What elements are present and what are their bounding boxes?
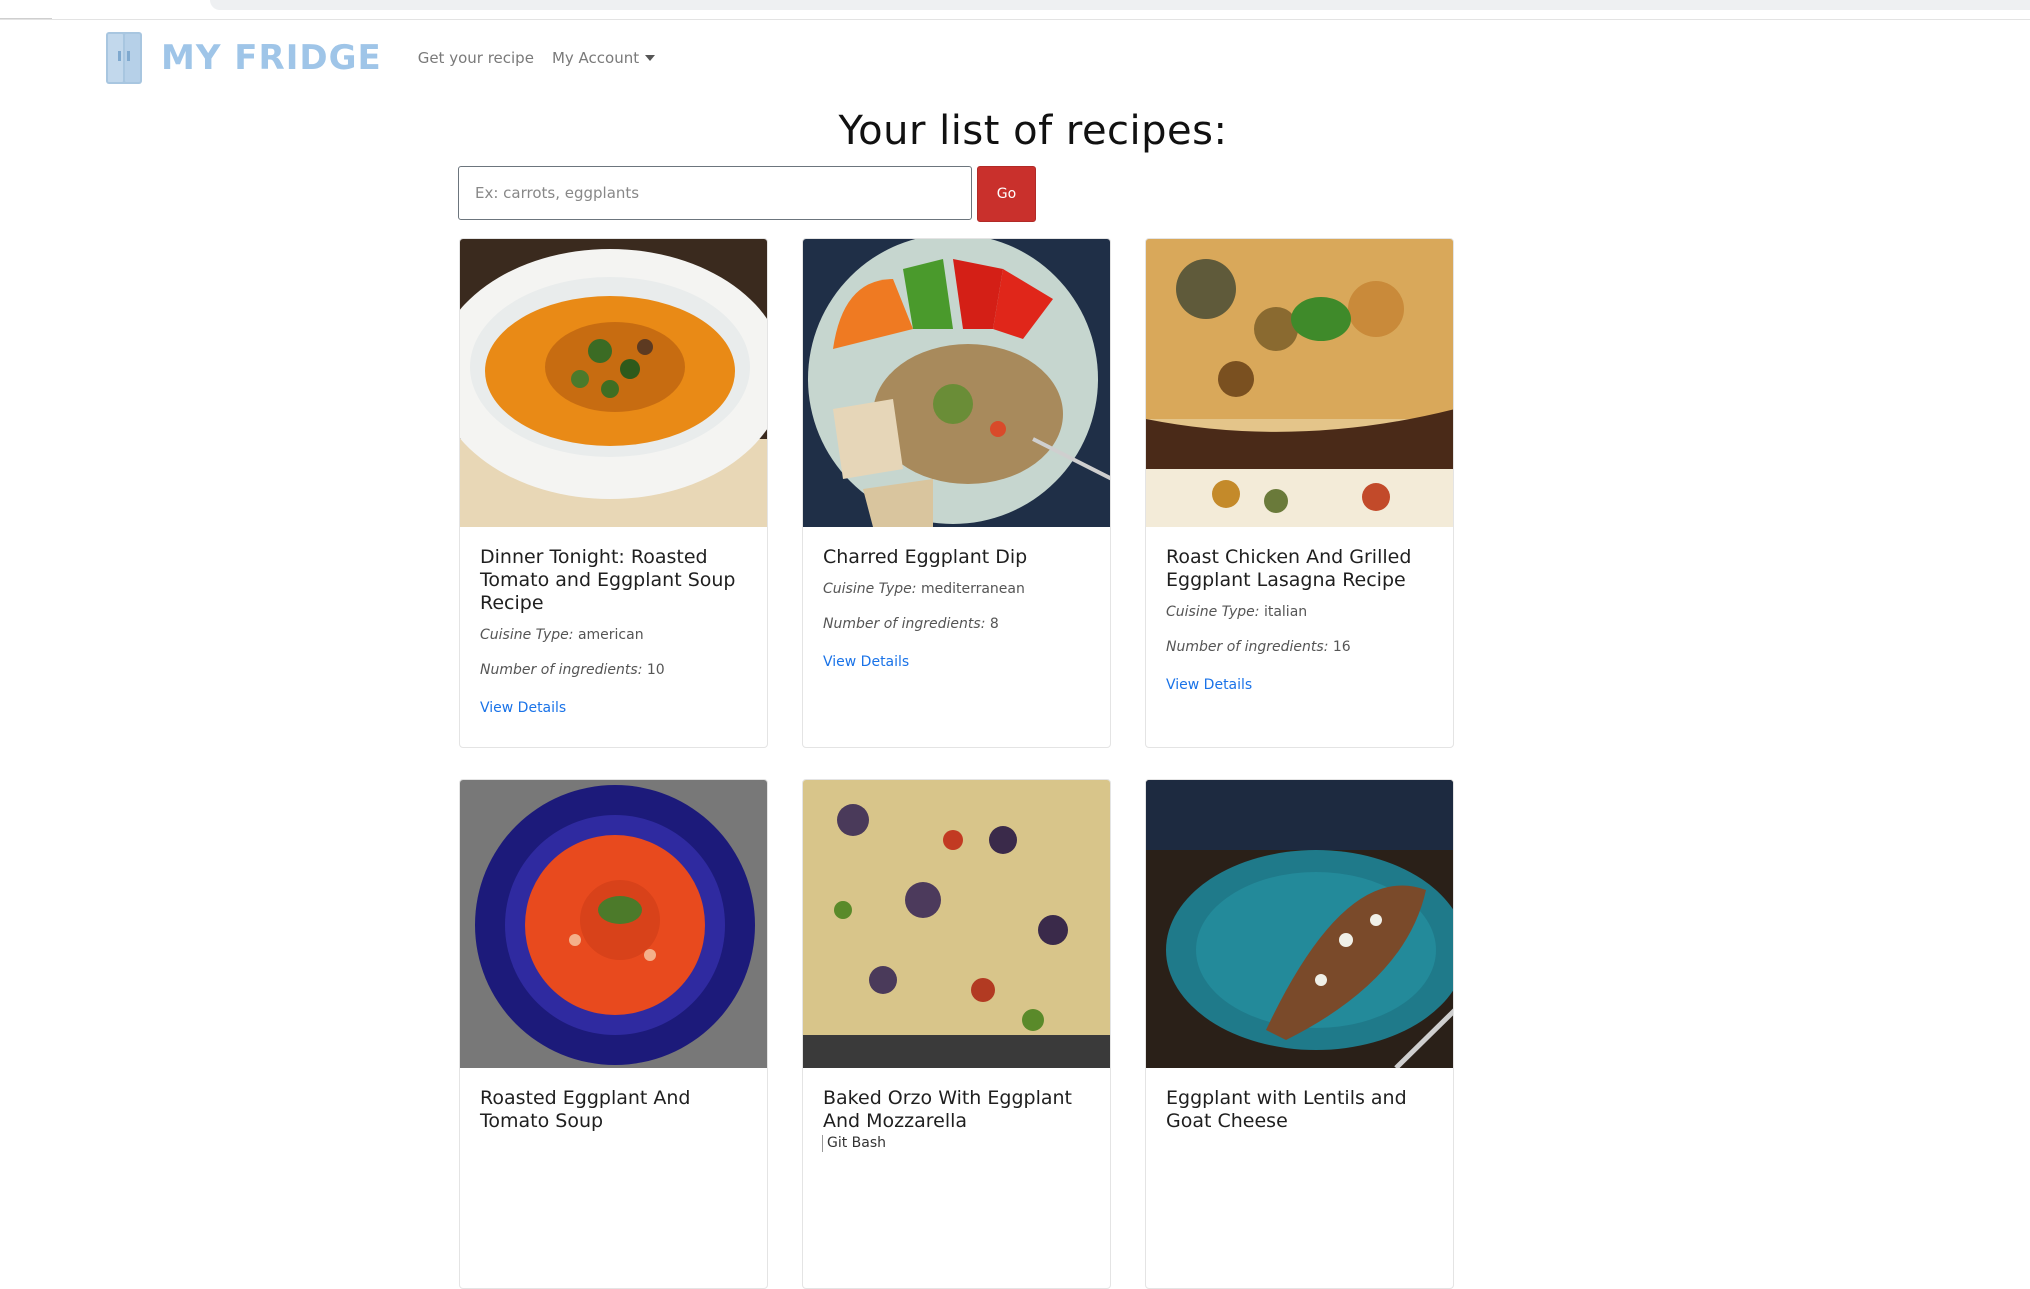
nav-get-recipe[interactable]: Get your recipe [418,49,534,67]
browser-top-strip [0,0,2030,20]
ingredients-label: Number of ingredients: [823,616,986,632]
ingredients-label: Number of ingredients: [1166,639,1329,655]
recipe-ingredients: Number of ingredients: 8 [823,616,1090,632]
search-input[interactable] [458,166,972,220]
recipe-title: Baked Orzo With Eggplant And Mozzarella [823,1087,1072,1132]
recipe-cuisine: Cuisine Type: mediterranean [823,581,1090,597]
view-details-link[interactable]: View Details [1166,677,1252,693]
recipe-card[interactable]: Charred Eggplant Dip Cuisine Type: medit… [802,238,1111,748]
page-title: Your list of recipes: [838,108,1228,154]
recipe-title: Charred Eggplant Dip [823,546,1028,568]
cuisine-label: Cuisine Type: [823,581,917,597]
recipe-title: Roasted Eggplant And Tomato Soup [480,1087,691,1132]
search-form: Go [458,166,1036,222]
navbar: MY FRIDGE Get your recipe My Account [105,30,673,85]
go-button[interactable]: Go [977,166,1036,222]
view-details-link[interactable]: View Details [480,700,566,716]
recipe-card[interactable]: Dinner Tonight: Roasted Tomato and Eggpl… [459,238,768,748]
cuisine-label: Cuisine Type: [480,627,574,643]
recipe-title: Eggplant with Lentils and Goat Cheese [1166,1087,1407,1132]
taskbar-tooltip: Git Bash [822,1135,891,1152]
recipe-image-soup[interactable] [460,239,767,527]
brand-title[interactable]: MY FRIDGE [161,38,382,78]
browser-tab-edge [210,0,2030,10]
recipe-image-eggplant-lentils[interactable] [1146,780,1453,1068]
recipe-cuisine: Cuisine Type: italian [1166,604,1433,620]
cuisine-label: Cuisine Type: [1166,604,1260,620]
ingredients-value: 10 [646,662,665,678]
ingredients-label: Number of ingredients: [480,662,643,678]
recipe-cuisine: Cuisine Type: american [480,627,747,643]
chevron-down-icon [645,55,656,61]
recipe-card[interactable]: Eggplant with Lentils and Goat Cheese [1145,779,1454,1289]
recipe-card[interactable]: Baked Orzo With Eggplant And Mozzarella [802,779,1111,1289]
nav-my-account-label: My Account [551,48,640,67]
recipe-card[interactable]: Roast Chicken And Grilled Eggplant Lasag… [1145,238,1454,748]
recipe-title: Dinner Tonight: Roasted Tomato and Eggpl… [480,546,736,614]
recipe-image-dip[interactable] [803,239,1110,527]
recipe-ingredients: Number of ingredients: 16 [1166,639,1433,655]
recipe-title: Roast Chicken And Grilled Eggplant Lasag… [1166,546,1412,591]
browser-divider-line [0,19,2030,20]
cuisine-value: italian [1263,604,1308,620]
fridge-logo-icon[interactable] [105,31,143,85]
view-details-link[interactable]: View Details [823,654,909,670]
recipe-image-lasagna[interactable] [1146,239,1453,527]
cuisine-value: american [577,627,644,643]
recipe-image-tomato-soup[interactable] [460,780,767,1068]
recipe-card[interactable]: Roasted Eggplant And Tomato Soup [459,779,768,1289]
ingredients-value: 16 [1332,639,1351,655]
recipe-ingredients: Number of ingredients: 10 [480,662,747,678]
cuisine-value: mediterranean [920,581,1025,597]
nav-my-account[interactable]: My Account [551,48,656,67]
recipe-image-orzo[interactable] [803,780,1110,1068]
ingredients-value: 8 [989,616,999,632]
